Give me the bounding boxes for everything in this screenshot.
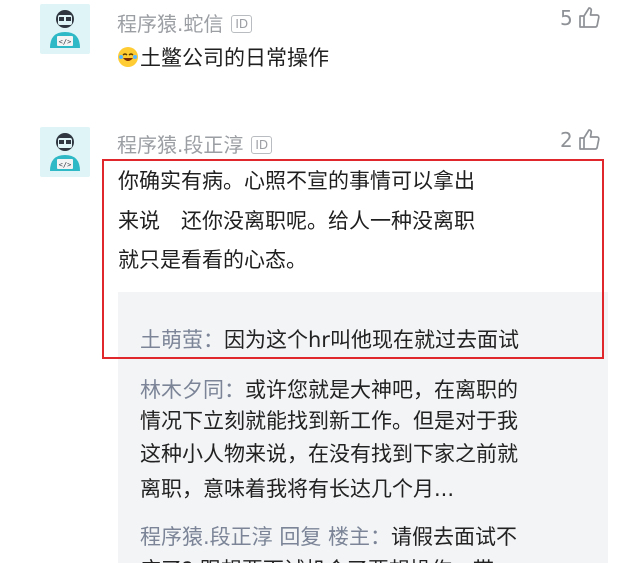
username-text[interactable]: 程序猿.段正淳 [117, 133, 243, 157]
reply-author[interactable]: 程序猿.段正淳 回复 楼主： [140, 525, 391, 549]
avatar[interactable]: </> [40, 4, 90, 54]
reply-text-line: 这种小人物来说，在没有找到下家之前就 [140, 442, 518, 466]
reply-text-line: 情况下立刻就能找到新工作。但是对于我 [140, 409, 518, 433]
like-count: 5 [560, 6, 573, 30]
avatar[interactable]: </> [40, 127, 90, 177]
reply-text-line: 应了? 跟想要面试机会了要想操作，带 [140, 554, 494, 563]
like-button[interactable]: 2 [560, 128, 601, 152]
comment-username[interactable]: 程序猿.蛇信 ID [117, 8, 253, 37]
like-count: 2 [560, 128, 573, 152]
like-button[interactable]: 5 [560, 6, 601, 30]
svg-text:</>: </> [59, 161, 72, 169]
reply-text: 因为这个hr叫他现在就过去面试 [224, 328, 519, 352]
reply-author[interactable]: 林木夕同： [140, 378, 245, 402]
replies-panel: 土萌萤：因为这个hr叫他现在就过去面试 林木夕同：或许您就是大神吧，在离职的 情… [118, 292, 608, 563]
svg-text:</>: </> [59, 38, 72, 46]
robot-coder-avatar-icon: </> [50, 133, 80, 171]
comment-line: 你确实有病。心照不宣的事情可以拿出 [118, 169, 475, 193]
comment-text: 土鳖公司的日常操作 [118, 42, 329, 72]
id-badge: ID [231, 15, 253, 33]
reply-item[interactable]: 土萌萤：因为这个hr叫他现在就过去面试 [140, 324, 519, 354]
reply-text: 请假去面试不 [391, 525, 518, 549]
reply-text-line: 离职，意味着我将有长达几个月... [140, 477, 455, 501]
reply-item[interactable]: 林木夕同：或许您就是大神吧，在离职的 [140, 374, 518, 404]
laughing-emoji-icon [118, 47, 138, 67]
thumbs-up-icon [578, 129, 600, 150]
comment-body: 土鳖公司的日常操作 [140, 46, 329, 70]
robot-coder-avatar-icon: </> [50, 10, 80, 48]
reply-author[interactable]: 土萌萤： [140, 328, 224, 352]
comment-line: 就只是看看的心态。 [118, 248, 307, 272]
username-text[interactable]: 程序猿.蛇信 [117, 12, 223, 36]
comment-line: 来说 还你没离职呢。给人一种没离职 [118, 209, 475, 233]
id-badge: ID [251, 136, 273, 154]
reply-text: 或许您就是大神吧，在离职的 [245, 378, 518, 402]
comment-username[interactable]: 程序猿.段正淳 ID [117, 129, 273, 158]
reply-item[interactable]: 程序猿.段正淳 回复 楼主：请假去面试不 [140, 521, 517, 551]
thumbs-up-icon [578, 7, 600, 28]
